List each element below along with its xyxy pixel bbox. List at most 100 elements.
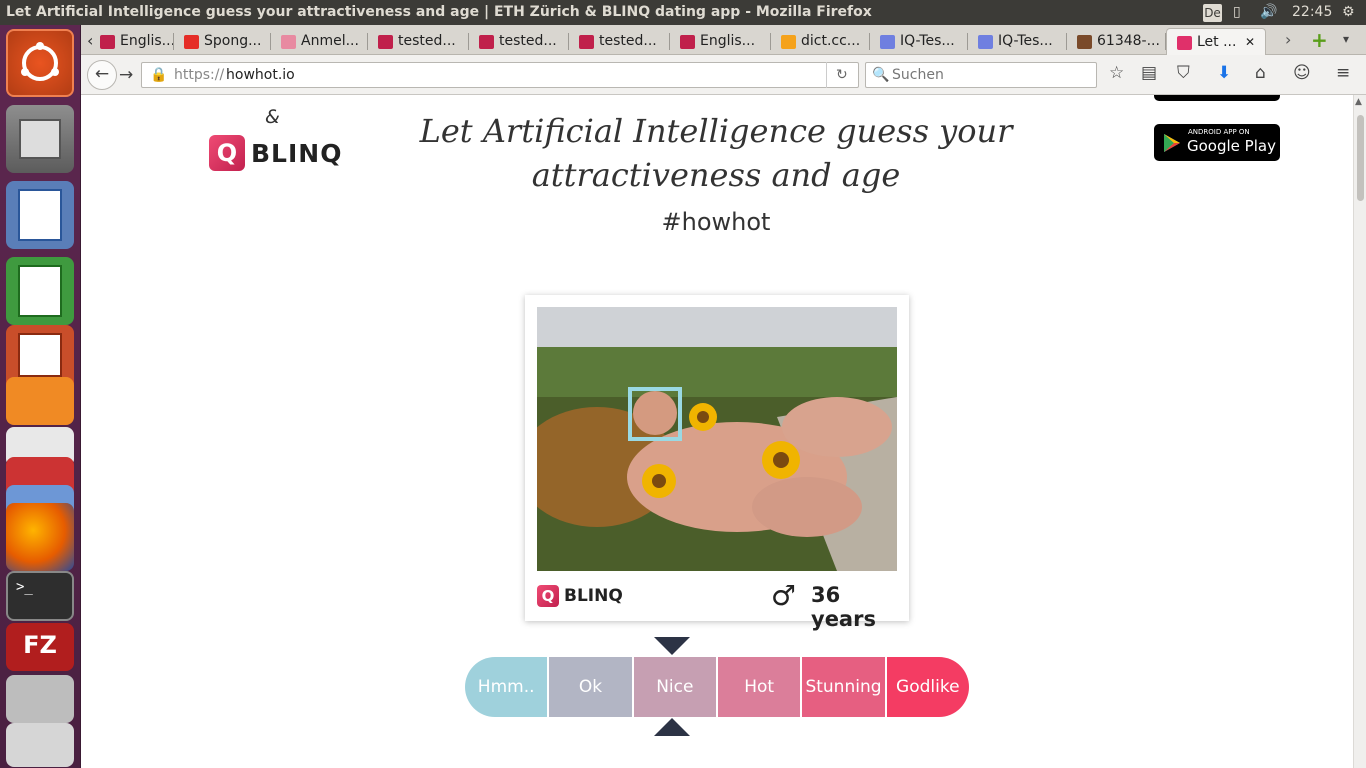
tab-scroll-right-icon[interactable]: ›: [1285, 30, 1291, 49]
terminal-icon[interactable]: >_: [6, 571, 74, 621]
bookmark-star-icon[interactable]: ☆: [1109, 63, 1124, 83]
scroll-up-icon[interactable]: ▲: [1355, 97, 1362, 107]
tab-8[interactable]: dict.cc...: [771, 28, 870, 55]
dict-icon: [781, 35, 796, 49]
clipboard-icon[interactable]: ▯: [1233, 0, 1241, 25]
pig-icon: [281, 35, 296, 49]
url-bar[interactable]: 🔒 https:// howhot.io ↻: [141, 62, 859, 88]
reading-list-icon[interactable]: ▤: [1141, 63, 1157, 83]
tab-10[interactable]: IQ-Tes...: [968, 28, 1067, 55]
check-icon: [479, 35, 494, 49]
search-input[interactable]: 🔍 Suchen: [865, 62, 1097, 88]
rating-option-nice[interactable]: Nice: [633, 657, 718, 717]
downloads-icon[interactable]: ⬇: [1217, 63, 1231, 83]
tab-label: Let ...: [1197, 34, 1237, 50]
rating-option-godlike[interactable]: Godlike: [886, 657, 969, 717]
google-play-big-text: Google Play: [1187, 137, 1276, 155]
home-icon[interactable]: ⌂: [1255, 63, 1266, 83]
tab-label: Englis...: [120, 33, 174, 49]
page-title: Let Artificial Intelligence guess your a…: [419, 112, 1013, 194]
firefox-icon[interactable]: [6, 503, 74, 571]
tab-6[interactable]: tested...: [569, 28, 670, 55]
card-blinq-mark: Q: [537, 585, 559, 607]
navigation-bar: ← → 🔒 https:// howhot.io ↻ 🔍 Suchen ☆ ▤ …: [81, 55, 1366, 95]
blinq-logo[interactable]: Q BLINQ: [209, 135, 342, 171]
power-icon[interactable]: ⚙: [1342, 0, 1355, 25]
check-icon: [579, 35, 594, 49]
tab-label: tested...: [599, 33, 657, 49]
result-photo: [537, 307, 897, 571]
google-play-badge[interactable]: ANDROID APP ON Google Play: [1154, 124, 1280, 161]
image-icon: [1077, 35, 1092, 49]
app-store-badge[interactable]: [1154, 95, 1280, 101]
volume-icon[interactable]: 🔊: [1260, 0, 1277, 25]
tab-5[interactable]: tested...: [469, 28, 569, 55]
card-blinq-logo: Q BLINQ: [537, 585, 623, 607]
tab-label: tested...: [499, 33, 557, 49]
software-center-icon[interactable]: [6, 377, 74, 425]
window-title: Let Artificial Intelligence guess your a…: [6, 4, 872, 20]
trash-icon[interactable]: [6, 723, 74, 767]
rating-scale: Hmm.. Ok Nice Hot Stunning Godlike: [465, 657, 969, 717]
reload-icon[interactable]: ↻: [836, 63, 848, 87]
keyboard-indicator[interactable]: De: [1203, 4, 1222, 22]
rating-option-stunning[interactable]: Stunning: [802, 657, 887, 717]
card-blinq-text: BLINQ: [564, 586, 623, 606]
iq-icon: [978, 35, 993, 49]
disk-icon[interactable]: [6, 675, 74, 723]
age-result: 36 years: [811, 583, 876, 631]
rating-option-ok[interactable]: Ok: [549, 657, 634, 717]
lock-icon: 🔒: [150, 67, 168, 83]
rating-option-hmm[interactable]: Hmm..: [465, 657, 550, 717]
youtube-icon: [184, 35, 199, 49]
back-icon[interactable]: ←: [87, 60, 117, 90]
tab-label: Anmel...: [301, 33, 359, 49]
tab-9[interactable]: IQ-Tes...: [870, 28, 968, 55]
tab-7[interactable]: Englis...: [670, 28, 771, 55]
search-icon: 🔍: [872, 67, 890, 83]
pocket-icon[interactable]: ⛉: [1177, 63, 1190, 83]
tab-2[interactable]: Spong...: [174, 28, 271, 55]
check-icon: [680, 35, 695, 49]
tab-label: IQ-Tes...: [998, 33, 1053, 49]
tab-4[interactable]: tested...: [368, 28, 469, 55]
google-play-small-text: ANDROID APP ON: [1188, 128, 1250, 136]
check-icon: [100, 35, 115, 49]
blinq-icon: [1177, 36, 1192, 50]
tab-label: IQ-Tes...: [900, 33, 955, 49]
iq-icon: [880, 35, 895, 49]
tab-3[interactable]: Anmel...: [271, 28, 368, 55]
rating-option-hot[interactable]: Hot: [717, 657, 803, 717]
writer-icon[interactable]: [6, 181, 74, 249]
hashtag: #howhot: [661, 208, 771, 236]
tab-12[interactable]: Let ... ✕: [1166, 28, 1266, 55]
rating-pointer-bottom: [654, 718, 690, 736]
url-host: howhot.io: [226, 67, 295, 83]
ubuntu-dash-icon[interactable]: [6, 29, 74, 97]
new-tab-icon[interactable]: +: [1311, 28, 1328, 52]
files-icon[interactable]: [6, 105, 74, 173]
check-icon: [378, 35, 393, 49]
result-card: Q BLINQ ♂ 36 years: [525, 295, 909, 631]
page-scrollbar[interactable]: ▲: [1353, 95, 1366, 768]
calc-icon[interactable]: [6, 257, 74, 325]
url-divider: [826, 62, 827, 88]
launcher: >_ FZ: [0, 25, 81, 768]
clock[interactable]: 22:45: [1292, 0, 1332, 25]
tab-list-icon[interactable]: ▾: [1343, 32, 1349, 46]
url-prefix: https://: [174, 67, 225, 83]
filezilla-icon[interactable]: FZ: [6, 623, 74, 671]
chat-icon[interactable]: ☺: [1293, 63, 1311, 83]
tab-label: Englis...: [700, 33, 756, 49]
tab-11[interactable]: 61348-...: [1067, 28, 1166, 55]
menu-icon[interactable]: ≡: [1336, 63, 1350, 83]
scrollbar-thumb[interactable]: [1357, 115, 1364, 201]
tab-1[interactable]: Englis...: [90, 28, 174, 55]
close-tab-icon[interactable]: ✕: [1245, 29, 1255, 55]
ampersand: &: [265, 106, 280, 128]
rating-pointer-top: [654, 637, 690, 655]
male-gender-icon: ♂: [771, 579, 797, 612]
forward-icon[interactable]: →: [119, 65, 133, 85]
tab-bar: ‹ Englis... Spong... Anmel... tested... test…: [81, 25, 1366, 55]
search-placeholder: Suchen: [892, 67, 944, 83]
